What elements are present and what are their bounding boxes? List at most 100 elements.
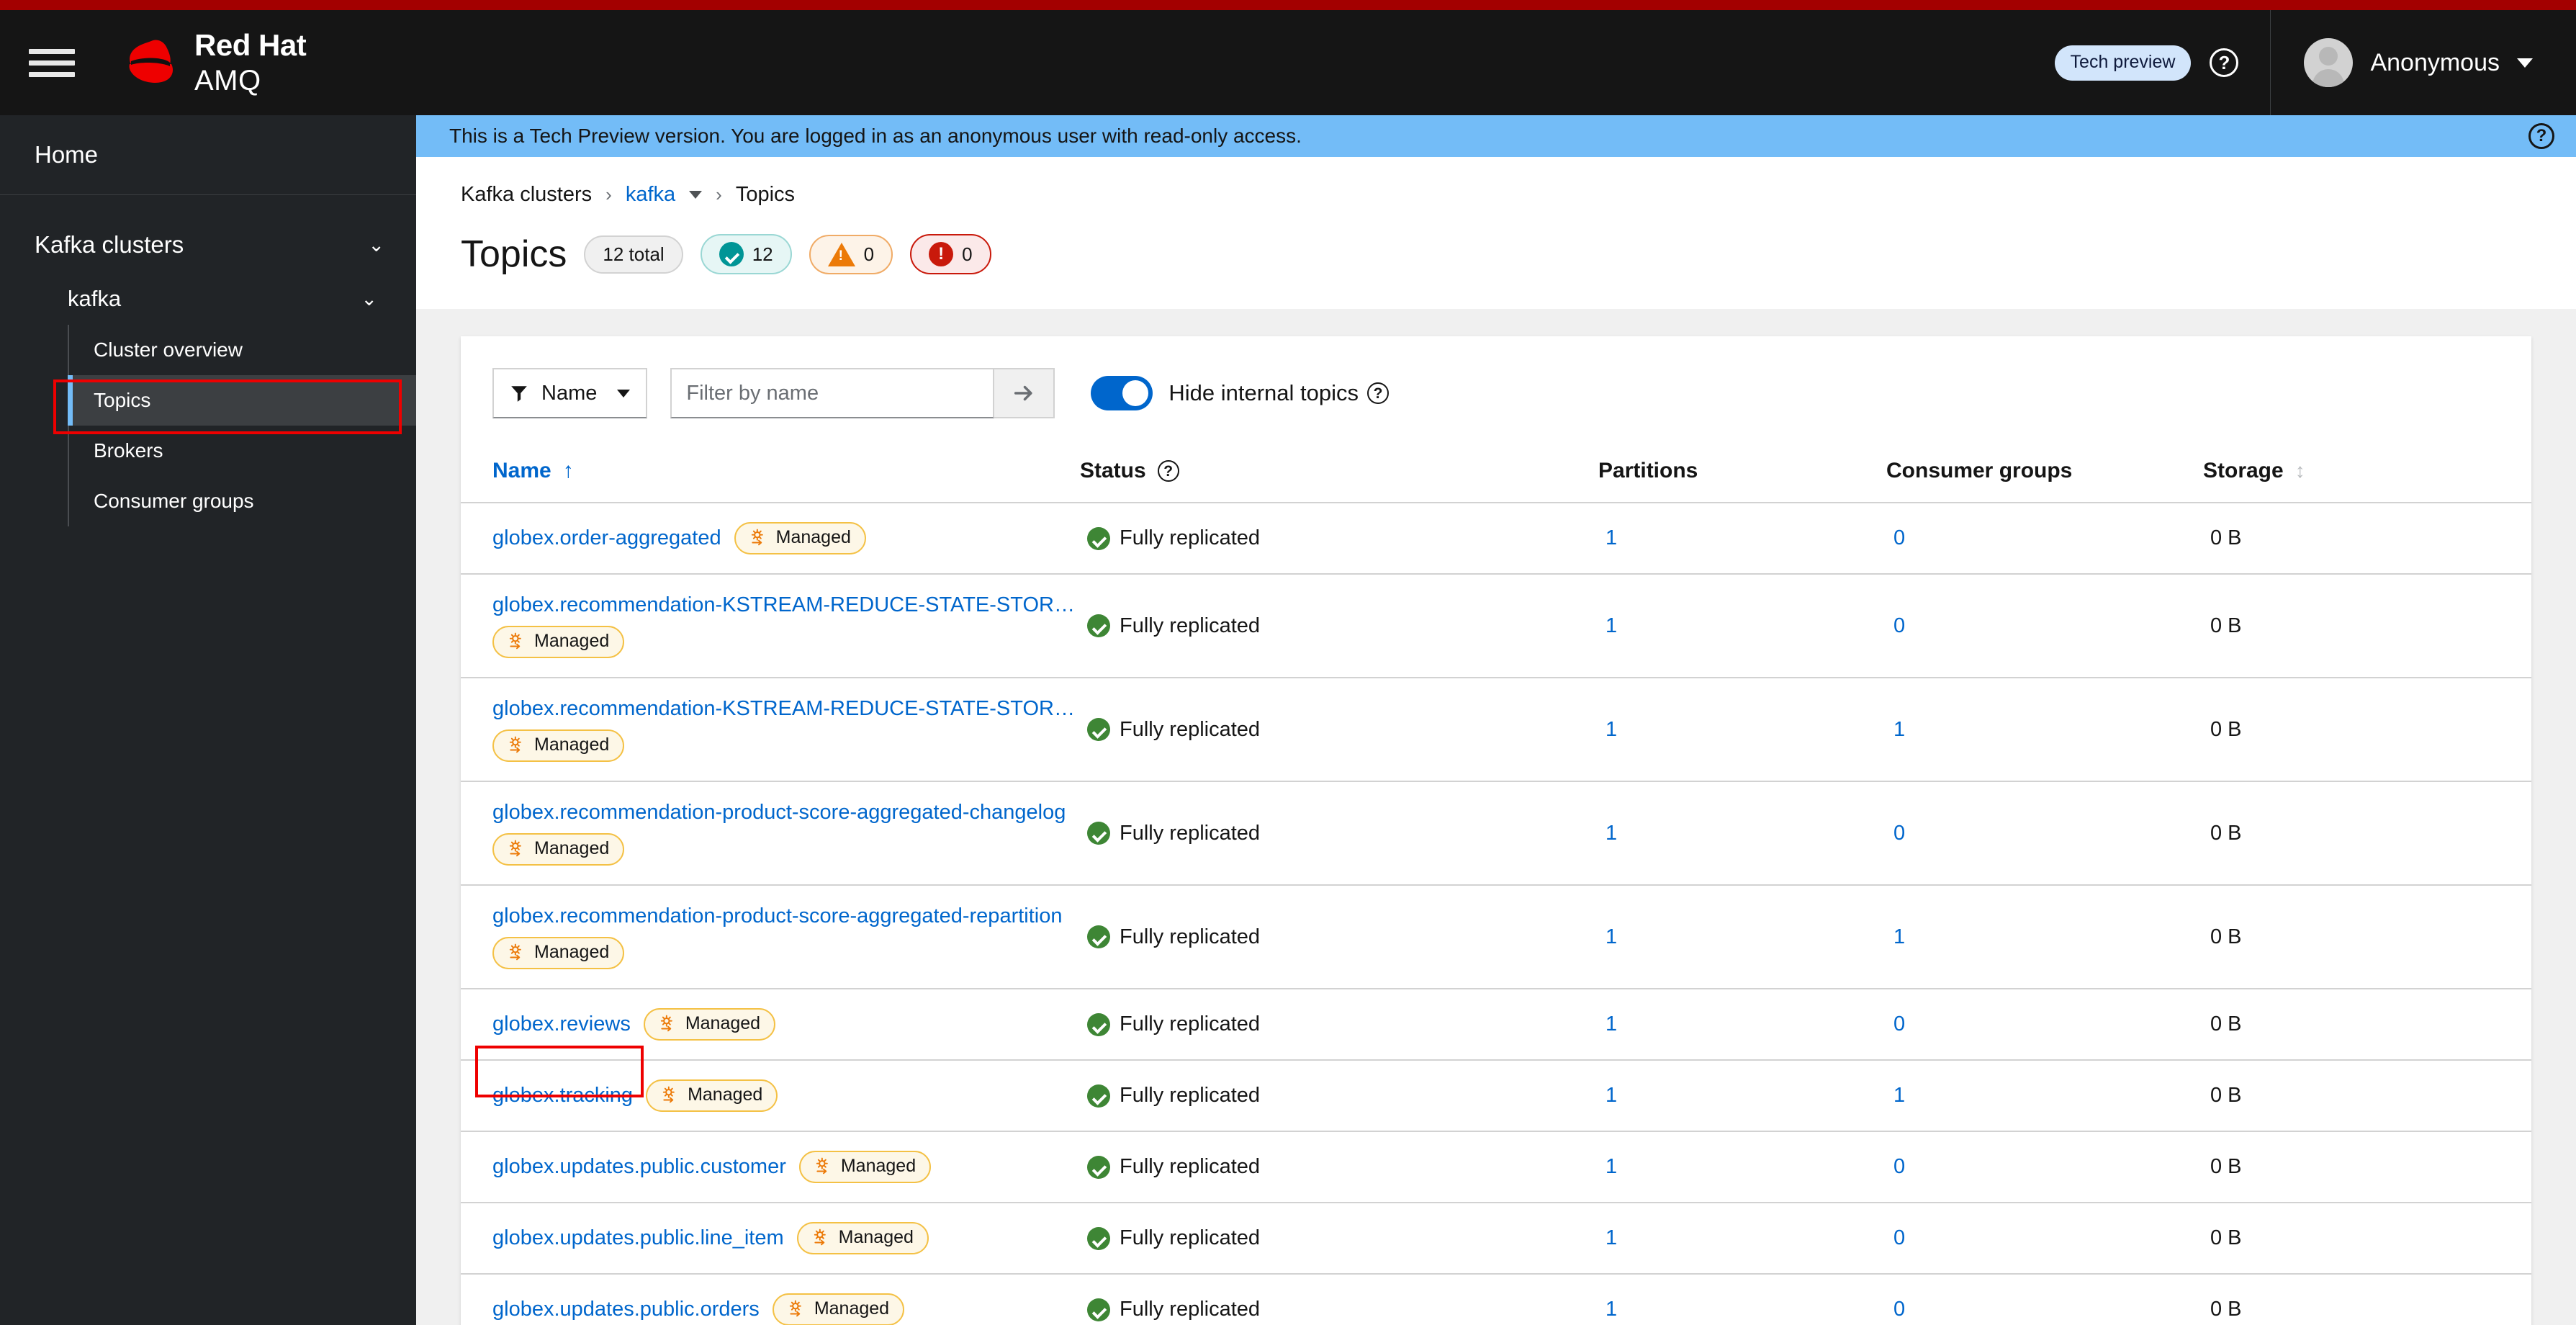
cell-storage: 0 B — [2203, 885, 2531, 989]
check-circle-icon — [1087, 718, 1110, 741]
table-row[interactable]: globex.tracking Managed Fully replicated 1 1… — [461, 1060, 2531, 1132]
managed-badge-label: Managed — [840, 1156, 917, 1176]
topic-name-link[interactable]: globex.recommendation-KSTREAM-REDUCE-STA… — [492, 593, 1076, 617]
table-row[interactable]: globex.updates.public.customer Managed Ful… — [461, 1131, 2531, 1203]
sidebar-item-topics[interactable]: Topics — [68, 375, 416, 426]
hide-internal-topics-toggle[interactable] — [1091, 376, 1153, 410]
partitions-link[interactable]: 1 — [1606, 614, 1617, 637]
sidebar-group-kafka-clusters[interactable]: Kafka clusters ⌄ — [0, 217, 416, 273]
table-row[interactable]: globex.updates.public.line_item Managed Fu… — [461, 1203, 2531, 1275]
cell-name: globex.recommendation-KSTREAM-REDUCE-STA… — [461, 678, 1080, 782]
cell-storage: 0 B — [2203, 989, 2531, 1061]
search-submit-button[interactable] — [994, 368, 1055, 418]
help-icon[interactable]: ? — [2210, 48, 2239, 77]
cell-storage: 0 B — [2203, 503, 2531, 575]
consumer-groups-link[interactable]: 0 — [1893, 822, 1905, 845]
consumer-groups-link[interactable]: 0 — [1893, 1226, 1905, 1249]
column-header-consumer-groups[interactable]: Consumer groups — [1886, 447, 2203, 503]
topic-name-link[interactable]: globex.reviews — [492, 1012, 631, 1036]
user-menu[interactable]: Anonymous — [2271, 38, 2576, 87]
status-label: Fully replicated — [1120, 614, 1261, 637]
error-circle-icon: ! — [929, 242, 954, 266]
partitions-link[interactable]: 1 — [1606, 1012, 1617, 1036]
consumer-groups-link[interactable]: 0 — [1893, 1155, 1905, 1178]
search-input[interactable] — [670, 368, 995, 418]
status-label: Fully replicated — [1120, 1298, 1261, 1321]
sidebar-cluster-label: kafka — [68, 286, 122, 311]
cell-status: Fully replicated — [1080, 1131, 1598, 1203]
topic-name-link[interactable]: globex.updates.public.customer — [492, 1155, 786, 1179]
sidebar-item-consumer-groups[interactable]: Consumer groups — [69, 476, 416, 526]
breadcrumb-caret-down-icon[interactable] — [689, 191, 703, 199]
partitions-link[interactable]: 1 — [1606, 718, 1617, 741]
hide-internal-topics-label: Hide internal topics — [1168, 380, 1359, 405]
column-header-status: Status ? — [1080, 447, 1598, 503]
topic-name-link[interactable]: globex.recommendation-product-score-aggr… — [492, 801, 1066, 825]
badge-err-value: 0 — [962, 243, 973, 265]
managed-badge-label: Managed — [688, 1084, 763, 1105]
breadcrumb-root[interactable]: Kafka clusters — [461, 183, 592, 207]
consumer-groups-link[interactable]: 1 — [1893, 925, 1905, 948]
table-row[interactable]: globex.order-aggregated Managed Fully repl… — [461, 503, 2531, 575]
topic-name-link[interactable]: globex.updates.public.line_item — [492, 1226, 784, 1250]
partitions-link[interactable]: 1 — [1606, 1084, 1617, 1107]
body-region: Home Kafka clusters ⌄ kafka ⌄ Cluster ov… — [0, 115, 2576, 1325]
partitions-link[interactable]: 1 — [1606, 925, 1617, 948]
table-row[interactable]: globex.updates.public.orders Managed Fully… — [461, 1274, 2531, 1325]
consumer-groups-link[interactable]: 0 — [1893, 1012, 1905, 1036]
sidebar-group-kafka[interactable]: kafka ⌄ — [0, 273, 416, 325]
table-header-row: Name ↑ Status ? Partitions Consumer grou… — [461, 447, 2531, 503]
table-row[interactable]: globex.recommendation-product-score-aggr… — [461, 781, 2531, 886]
column-header-partitions[interactable]: Partitions — [1598, 447, 1886, 503]
sidebar-item-home[interactable]: Home — [0, 115, 416, 195]
topic-name-link[interactable]: globex.order-aggregated — [492, 526, 721, 550]
managed-badge: Managed — [492, 626, 625, 658]
managed-badge-label: Managed — [685, 1013, 761, 1033]
chevron-down-icon[interactable]: ⌄ — [368, 234, 384, 256]
cell-partitions: 1 — [1598, 678, 1886, 782]
consumer-groups-link[interactable]: 1 — [1893, 718, 1905, 741]
table-row[interactable]: globex.recommendation-product-score-aggr… — [461, 885, 2531, 989]
partitions-link[interactable]: 1 — [1606, 822, 1617, 845]
table-body: globex.order-aggregated Managed Fully repl… — [461, 503, 2531, 1325]
topic-name-link[interactable]: globex.recommendation-KSTREAM-REDUCE-STA… — [492, 697, 1076, 721]
partitions-link[interactable]: 1 — [1606, 1298, 1617, 1321]
chevron-down-icon[interactable]: ⌄ — [361, 288, 377, 310]
cell-name: globex.updates.public.line_item Managed — [461, 1203, 1080, 1275]
managed-badge: Managed — [796, 1222, 929, 1254]
consumer-groups-link[interactable]: 1 — [1893, 1084, 1905, 1107]
table-row[interactable]: globex.recommendation-KSTREAM-REDUCE-STA… — [461, 574, 2531, 678]
cell-storage: 0 B — [2203, 1131, 2531, 1203]
help-icon[interactable]: ? — [1157, 460, 1179, 482]
consumer-groups-link[interactable]: 0 — [1893, 526, 1905, 549]
topic-name-link[interactable]: globex.tracking — [492, 1084, 633, 1108]
topic-name-link[interactable]: globex.updates.public.orders — [492, 1298, 760, 1321]
table-row[interactable]: globex.recommendation-KSTREAM-REDUCE-STA… — [461, 678, 2531, 782]
partitions-link[interactable]: 1 — [1606, 1155, 1617, 1178]
sidebar-item-cluster-overview[interactable]: Cluster overview — [69, 325, 416, 375]
table-row[interactable]: globex.reviews Managed Fully replicated 1 0 0… — [461, 989, 2531, 1061]
filter-attribute-select[interactable]: Name — [492, 368, 648, 418]
tech-preview-badge[interactable]: Tech preview — [2054, 45, 2192, 81]
chevron-down-icon[interactable] — [2517, 58, 2533, 68]
consumer-groups-link[interactable]: 0 — [1893, 1298, 1905, 1321]
cell-consumer-groups: 0 — [1886, 989, 2203, 1061]
partitions-link[interactable]: 1 — [1606, 526, 1617, 549]
main-content: This is a Tech Preview version. You are … — [416, 115, 2576, 1325]
column-header-name[interactable]: Name ↑ — [461, 447, 1080, 503]
hamburger-menu-icon[interactable] — [29, 48, 75, 77]
topics-card: Name Filter by name Hide internal topics… — [461, 336, 2531, 1325]
topic-name-link[interactable]: globex.recommendation-product-score-aggr… — [492, 904, 1062, 928]
managed-badge: Managed — [772, 1293, 905, 1325]
consumer-groups-link[interactable]: 0 — [1893, 614, 1905, 637]
brand-logo-group[interactable]: Red Hat AMQ — [120, 30, 307, 95]
cell-name: globex.recommendation-product-score-aggr… — [461, 885, 1080, 989]
cell-status: Fully replicated — [1080, 885, 1598, 989]
help-icon[interactable]: ? — [1367, 382, 1389, 404]
breadcrumb-cluster-link[interactable]: kafka — [626, 183, 675, 207]
banner-help-icon[interactable]: ? — [2528, 123, 2554, 149]
column-header-storage[interactable]: Storage ↕ — [2203, 447, 2531, 503]
managed-badge-label: Managed — [775, 527, 851, 547]
sidebar-item-brokers[interactable]: Brokers — [69, 426, 416, 476]
partitions-link[interactable]: 1 — [1606, 1226, 1617, 1249]
